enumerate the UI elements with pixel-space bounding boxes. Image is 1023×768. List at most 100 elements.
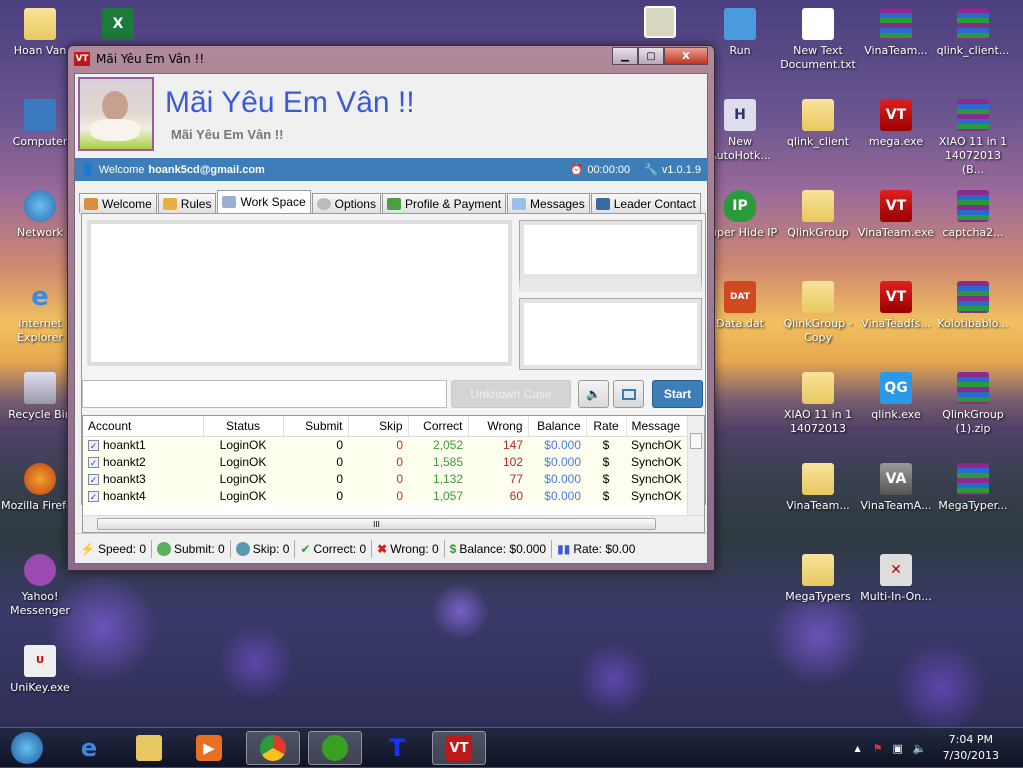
taskbar-explorer[interactable] (122, 731, 176, 765)
welcome-label: Welcome (98, 163, 145, 176)
sound-button[interactable]: 🔈 (578, 380, 609, 408)
row-checkbox[interactable]: ✓ (88, 456, 99, 468)
cell-status: LoginOK (203, 453, 283, 470)
desktop-icon-vinateama[interactable]: VA VinaTeamA... (856, 463, 936, 513)
status-skip: Skip: 0 (231, 539, 296, 558)
close-button[interactable]: X (664, 47, 708, 65)
taskbar-ie[interactable]: e (62, 731, 116, 765)
tab-profile-payment[interactable]: Profile & Payment (381, 193, 507, 213)
cell-account: ✓ hoankt1 (83, 436, 203, 453)
scroll-thumb[interactable]: III (97, 518, 656, 530)
taskbar-t-app[interactable]: T (370, 731, 424, 765)
desktop-icon-new-text[interactable]: New Text Document.txt (778, 8, 858, 72)
taskbar-vt-app[interactable]: VT (432, 731, 486, 765)
tab-welcome[interactable]: Welcome (79, 193, 157, 213)
version: v1.0.1.9 (661, 163, 701, 176)
desktop-icon-vinateadfs[interactable]: VT VinaTeadfs... (856, 281, 936, 331)
desktop-icon-vinateam-exe[interactable]: VT VinaTeam.exe (856, 190, 936, 240)
layout-button[interactable] (613, 380, 644, 408)
tab-rules[interactable]: Rules (157, 193, 217, 213)
cell-message: SynchOK (626, 470, 688, 487)
folder-icon (136, 735, 162, 761)
col-balance[interactable]: Balance (528, 416, 587, 437)
rar-icon (957, 99, 989, 131)
tools-icon: ✕ (880, 554, 912, 586)
tab-leader-contact[interactable]: Leader Contact (590, 193, 701, 213)
alarm-clock-icon: ⏰ (569, 164, 584, 176)
table-row[interactable]: ✓ hoankt4 LoginOK 0 0 1,057 60 $0.000 $ SynchOK (83, 487, 688, 504)
cell-rate: $ (586, 453, 626, 470)
captcha-image-area (87, 220, 512, 366)
desktop-icon-photo[interactable] (620, 6, 700, 42)
tab-messages[interactable]: Messages (507, 193, 590, 213)
desktop-icon-kolotibablo[interactable]: Kolotibablo... (933, 281, 1013, 331)
vt-icon: VT (446, 735, 472, 761)
start-button[interactable] (0, 731, 54, 765)
col-account[interactable]: Account (83, 416, 204, 437)
col-submit[interactable]: Submit (283, 416, 349, 437)
accounts-grid: Account Status Submit Skip Correct Wrong… (82, 415, 705, 533)
desktop-icon-qlink-client[interactable]: qlink_client (778, 99, 858, 149)
col-rate[interactable]: Rate (586, 416, 627, 437)
clock[interactable]: 7:04 PM 7/30/2013 (943, 732, 999, 764)
cell-wrong: 77 (468, 470, 528, 487)
captcha-answer-input[interactable] (82, 380, 447, 408)
desktop-icon-xiao-rar[interactable]: XIAO 11 in 1 14072013 (B... (933, 99, 1013, 177)
row-checkbox[interactable]: ✓ (88, 440, 99, 452)
minimize-button[interactable]: ▁ (612, 47, 638, 65)
window-client: Mãi Yêu Em Vân !! Mãi Yêu Em Vân !! 👤 We… (74, 73, 708, 564)
excel-icon: X (102, 8, 134, 40)
folder-icon (802, 372, 834, 404)
desktop-icon-xiao-folder[interactable]: XIAO 11 in 1 14072013 (778, 372, 858, 436)
desktop-icon-qlinkgroup[interactable]: QlinkGroup (778, 190, 858, 240)
col-correct[interactable]: Correct (408, 416, 469, 437)
table-row[interactable]: ✓ hoankt3 LoginOK 0 0 1,132 77 $0.000 $ SynchOK (83, 470, 688, 487)
desktop-icon-multi-in-one[interactable]: ✕ Multi-In-On... (856, 554, 936, 604)
col-message[interactable]: Message (626, 416, 688, 437)
cell-account: ✓ hoankt4 (83, 487, 203, 504)
action-center-icon[interactable]: ⚑ (873, 742, 883, 755)
desktop-icon-captcha-rar[interactable]: captcha2... (933, 190, 1013, 240)
desktop-icon-qlinkgroup-copy[interactable]: QlinkGroup - Copy (778, 281, 858, 345)
folder-icon (802, 281, 834, 313)
taskbar-media-player[interactable]: ▶ (182, 731, 236, 765)
desktop-icon-megatyper-rar[interactable]: MegaTyper... (933, 463, 1013, 513)
vt-icon: VT (880, 99, 912, 131)
desktop-icon-vinateam-rar[interactable]: VinaTeam... (856, 8, 936, 58)
desktop-icon-qlinkgroup-zip[interactable]: QlinkGroup (1).zip (933, 372, 1013, 436)
cell-account: ✓ hoankt2 (83, 453, 203, 470)
desktop-icon-megatypers[interactable]: MegaTypers (778, 554, 858, 604)
start-button[interactable]: Start (652, 380, 703, 408)
recycle-bin-icon (24, 372, 56, 404)
taskbar-chrome[interactable] (246, 731, 300, 765)
show-hidden-icons-button[interactable]: ▲ (854, 744, 860, 753)
qg-icon: QG (880, 372, 912, 404)
desktop-icon-excel[interactable]: X (78, 8, 158, 44)
work-space-panel: Unknown Case 🔈 Start Account Status Subm… (81, 213, 706, 533)
row-checkbox[interactable]: ✓ (88, 473, 99, 485)
taskbar-green-browser[interactable] (308, 731, 362, 765)
network-tray-icon[interactable]: ▣ (892, 742, 902, 755)
desktop-icon-unikey[interactable]: U UniKey.exe (0, 645, 80, 695)
maximize-button[interactable]: ▢ (638, 47, 664, 65)
col-status[interactable]: Status (203, 416, 284, 437)
col-skip[interactable]: Skip (348, 416, 409, 437)
desktop-icon-qlink-exe[interactable]: QG qlink.exe (856, 372, 936, 422)
rar-icon (957, 463, 989, 495)
desktop-icon-qlink-client-rar[interactable]: qlink_client... (933, 8, 1013, 58)
row-checkbox[interactable]: ✓ (88, 490, 99, 502)
horizontal-scrollbar[interactable]: III (83, 515, 704, 532)
tab-options[interactable]: Options (311, 193, 381, 213)
unknown-case-button[interactable]: Unknown Case (451, 380, 571, 408)
desktop-icon-mega[interactable]: VT mega.exe (856, 99, 936, 149)
volume-icon[interactable]: 🔈 (913, 742, 927, 755)
cell-wrong: 60 (468, 487, 528, 504)
desktop-icon-vinateam-folder[interactable]: VinaTeam... (778, 463, 858, 513)
vt-icon: VT (880, 190, 912, 222)
table-row[interactable]: ✓ hoankt1 LoginOK 0 0 2,052 147 $0.000 $ SynchOK (83, 436, 688, 453)
col-wrong[interactable]: Wrong (468, 416, 529, 437)
folder-icon (802, 99, 834, 131)
vertical-scrollbar[interactable] (687, 416, 704, 516)
tab-work-space[interactable]: Work Space (217, 190, 311, 213)
table-row[interactable]: ✓ hoankt2 LoginOK 0 0 1,585 102 $0.000 $ SynchOK (83, 453, 688, 470)
